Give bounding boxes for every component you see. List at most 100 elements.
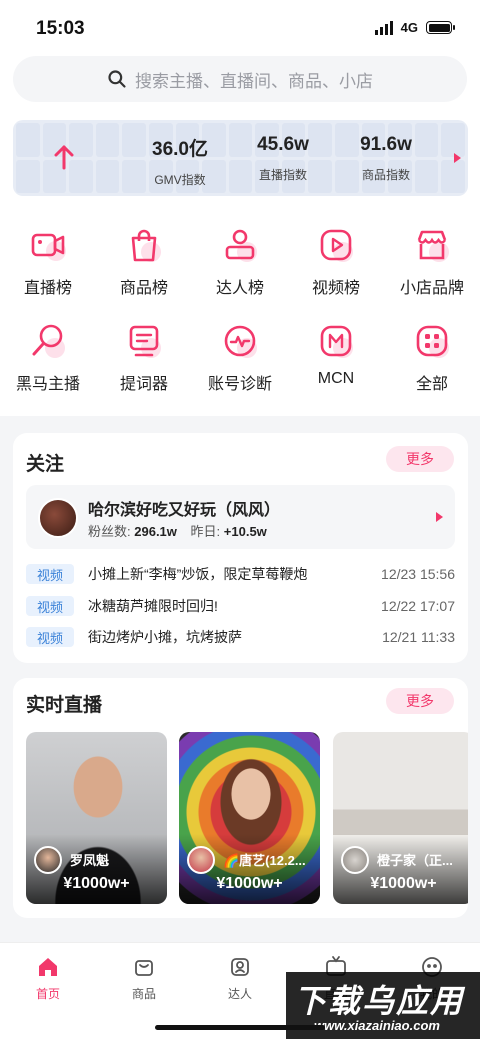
video-time: 12/22 17:07 bbox=[381, 598, 455, 614]
live-list: 罗凤魁 ¥1000w+ 🌈唐艺(12.2... ¥1000w+ 橙子家（正...… bbox=[26, 732, 468, 904]
stat-gmv-label: GMV指数 bbox=[154, 173, 206, 187]
mcn-icon bbox=[316, 321, 356, 361]
watermark-sub: www.xiazainiao.com bbox=[314, 1018, 440, 1033]
tab-label: 首页 bbox=[35, 987, 60, 1001]
live-streamer-name: 橙子家（正... bbox=[377, 853, 453, 868]
live-sales-value: ¥1000w+ bbox=[63, 875, 130, 892]
stat-goods-label: 商品指数 bbox=[361, 168, 410, 182]
menu-label-account-diagnosis: 账号诊断 bbox=[207, 376, 272, 393]
menu-item-teleprompter[interactable]: 提词器 bbox=[96, 321, 192, 417]
live-title: 实时直播 bbox=[26, 695, 103, 716]
menu-label-live-rank: 直播榜 bbox=[23, 280, 72, 297]
bag-icon bbox=[135, 960, 153, 976]
menu-label-all: 全部 bbox=[415, 376, 448, 393]
video-tag: 视频 bbox=[26, 596, 74, 616]
watermark-main: 下载乌应用 bbox=[294, 982, 465, 1020]
stat-live-label: 直播指数 bbox=[258, 168, 307, 182]
live-card[interactable]: 🌈唐艺(12.2... ¥1000w+ bbox=[179, 732, 320, 904]
search-icon bbox=[108, 70, 126, 88]
stat-live-value: 45.6w bbox=[257, 134, 309, 155]
yesterday-label: 昨日: bbox=[190, 524, 221, 539]
live-more-button[interactable]: 更多 bbox=[386, 688, 454, 714]
live-sales-value: ¥1000w+ bbox=[216, 875, 283, 892]
list-item[interactable]: 视频 小摊上新“李梅”炒饭，限定草莓鞭炮 12/23 15:56 bbox=[26, 564, 455, 584]
stat-live: 45.6w 直播指数 bbox=[228, 134, 338, 183]
battery-icon bbox=[426, 21, 455, 34]
status-icons: 4G bbox=[374, 20, 455, 35]
chevron-right-icon bbox=[436, 512, 443, 522]
followed-account-name: 哈尔滨好吃又好玩（风风） bbox=[88, 502, 281, 519]
video-time: 12/21 11:33 bbox=[382, 629, 455, 645]
menu-item-mcn[interactable]: MCN bbox=[288, 321, 384, 417]
menu-label-dark-horse: 黑马主播 bbox=[15, 376, 80, 393]
avatar bbox=[187, 846, 215, 874]
status-time: 15:03 bbox=[36, 18, 85, 39]
menu-item-account-diagnosis[interactable]: 账号诊断 bbox=[192, 321, 288, 417]
menu-item-store-brand[interactable]: 小店品牌 bbox=[384, 225, 480, 321]
menu-label-video-rank: 视频榜 bbox=[311, 280, 360, 297]
fans-label: 粉丝数: bbox=[88, 524, 131, 539]
menu-label-store-brand: 小店品牌 bbox=[399, 280, 464, 297]
video-time: 12/23 15:56 bbox=[381, 566, 455, 582]
video-title: 小摊上新“李梅”炒饭，限定草莓鞭炮 bbox=[88, 566, 308, 582]
stat-goods-value: 91.6w bbox=[360, 134, 412, 155]
person-icon bbox=[220, 225, 260, 265]
fans-value: 296.1w bbox=[134, 524, 177, 539]
menu-item-talent-rank[interactable]: 达人榜 bbox=[192, 225, 288, 321]
grid-icon bbox=[412, 321, 452, 361]
pulse-icon bbox=[220, 321, 260, 361]
menu-item-dark-horse[interactable]: 黑马主播 bbox=[0, 321, 96, 417]
tab-talent[interactable]: 达人 bbox=[192, 955, 288, 1002]
list-item[interactable]: 视频 街边烤炉小摊，坑烤披萨 12/21 11:33 bbox=[26, 627, 455, 647]
menu-item-goods-rank[interactable]: 商品榜 bbox=[96, 225, 192, 321]
avatar bbox=[341, 846, 369, 874]
yesterday-value: +10.5w bbox=[223, 524, 267, 539]
live-streamer-name: 🌈唐艺(12.2... bbox=[223, 853, 306, 868]
play-icon bbox=[316, 225, 356, 265]
live-card[interactable]: 橙子家（正... ¥1000w+ bbox=[333, 732, 468, 904]
menu-label-mcn: MCN bbox=[317, 370, 355, 387]
follow-section: 关注 更多 哈尔滨好吃又好玩（风风） 粉丝数: 296.1w 昨日: +10.5… bbox=[13, 433, 468, 663]
network-type: 4G bbox=[400, 20, 418, 35]
status-bar: 15:03 4G bbox=[0, 0, 480, 56]
video-tag: 视频 bbox=[26, 564, 74, 584]
live-section: 实时直播 更多 罗凤魁 ¥1000w+ 🌈唐艺(12.2... ¥1000w+ … bbox=[13, 678, 468, 918]
follow-more-button[interactable]: 更多 bbox=[386, 446, 454, 472]
followed-account-stats: 粉丝数: 296.1w 昨日: +10.5w bbox=[88, 521, 277, 540]
camera-icon bbox=[28, 225, 68, 265]
tab-label: 商品 bbox=[131, 987, 156, 1001]
stats-next-icon[interactable] bbox=[454, 153, 461, 163]
avatar bbox=[34, 846, 62, 874]
video-title: 冰糖葫芦摊限时回归! bbox=[88, 598, 218, 614]
video-title: 街边烤炉小摊，坑烤披萨 bbox=[88, 629, 242, 645]
home-indicator bbox=[155, 1025, 325, 1030]
list-item[interactable]: 视频 冰糖葫芦摊限时回归! 12/22 17:07 bbox=[26, 596, 455, 616]
search-placeholder: 搜索主播、直播间、商品、小店 bbox=[135, 71, 373, 91]
live-card[interactable]: 罗凤魁 ¥1000w+ bbox=[26, 732, 167, 904]
stats-banner[interactable]: 36.0亿 GMV指数 45.6w 直播指数 91.6w 商品指数 bbox=[13, 120, 468, 196]
tab-goods[interactable]: 商品 bbox=[96, 955, 192, 1002]
person-card-icon bbox=[231, 958, 249, 976]
menu-item-video-rank[interactable]: 视频榜 bbox=[288, 225, 384, 321]
follow-title: 关注 bbox=[26, 454, 65, 475]
live-sales-value: ¥1000w+ bbox=[370, 875, 437, 892]
magnifier-icon bbox=[28, 321, 68, 361]
followed-account[interactable]: 哈尔滨好吃又好玩（风风） 粉丝数: 296.1w 昨日: +10.5w bbox=[26, 485, 455, 549]
shopping-bag-icon bbox=[124, 225, 164, 265]
menu-item-live-rank[interactable]: 直播榜 bbox=[0, 225, 96, 321]
stat-gmv-value: 36.0亿 bbox=[152, 139, 208, 160]
home-icon bbox=[39, 958, 57, 976]
video-tag: 视频 bbox=[26, 627, 74, 647]
menu-label-talent-rank: 达人榜 bbox=[215, 280, 264, 297]
arrow-up-icon bbox=[54, 145, 74, 170]
tab-home[interactable]: 首页 bbox=[0, 955, 96, 1002]
feature-menu: 直播榜 商品榜 达人榜 视频榜 小店品牌 黑马主播 提词器 账号诊断 MCN 全… bbox=[0, 225, 480, 417]
menu-label-teleprompter: 提词器 bbox=[119, 376, 168, 393]
stat-goods: 91.6w 商品指数 bbox=[331, 134, 441, 183]
menu-item-all[interactable]: 全部 bbox=[384, 321, 480, 417]
search-input[interactable]: 搜索主播、直播间、商品、小店 bbox=[13, 56, 467, 102]
avatar bbox=[38, 498, 78, 538]
store-icon bbox=[412, 225, 452, 265]
stat-gmv: 36.0亿 GMV指数 bbox=[125, 134, 235, 188]
menu-label-goods-rank: 商品榜 bbox=[119, 280, 168, 297]
